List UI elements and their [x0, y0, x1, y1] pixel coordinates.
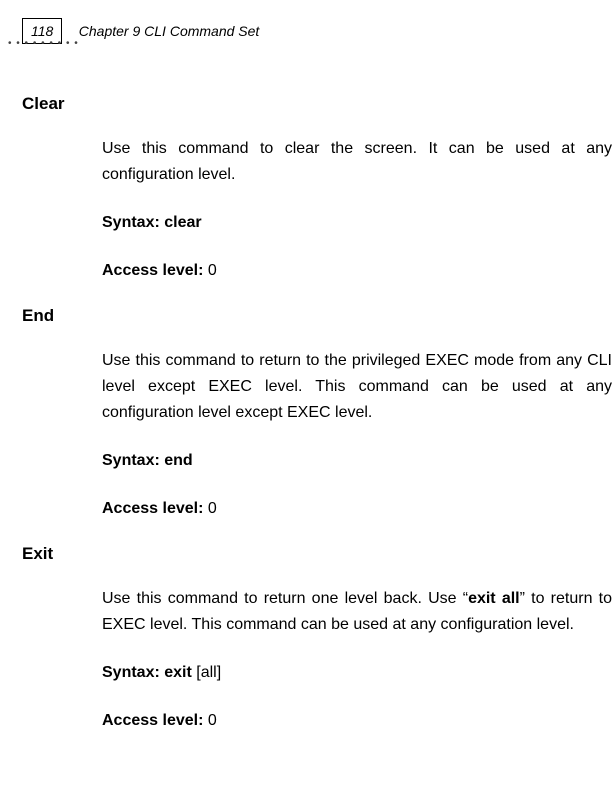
exit-syntax: Syntax: exit [all]: [102, 660, 612, 686]
page: 118 Chapter 9 CLI Command Set • • • • • …: [0, 0, 612, 802]
exit-access-value: 0: [208, 712, 217, 729]
end-access: Access level: 0: [102, 496, 612, 522]
exit-desc-bold: exit all: [468, 590, 520, 607]
section-body-exit: Use this command to return one level bac…: [102, 586, 612, 734]
clear-syntax-label: Syntax:: [102, 214, 160, 231]
end-syntax: Syntax: end: [102, 448, 612, 474]
clear-access-label: Access level:: [102, 262, 203, 279]
end-access-label: Access level:: [102, 500, 203, 517]
chapter-title: Chapter 9 CLI Command Set: [79, 18, 260, 39]
end-syntax-value: end: [164, 452, 192, 469]
end-access-value: 0: [208, 500, 217, 517]
exit-desc-pre: Use this command to return one level bac…: [102, 590, 468, 607]
header-decoration: • • • • • • • • •: [8, 38, 79, 49]
end-description: Use this command to return to the privil…: [102, 348, 612, 426]
clear-description: Use this command to clear the screen. It…: [102, 136, 612, 188]
end-syntax-label: Syntax:: [102, 452, 160, 469]
page-header: 118 Chapter 9 CLI Command Set: [22, 18, 612, 58]
exit-access-label: Access level:: [102, 712, 203, 729]
exit-syntax-value-bold: exit: [164, 664, 192, 681]
exit-syntax-value-param: [all]: [192, 664, 221, 681]
exit-syntax-label: Syntax:: [102, 664, 160, 681]
section-heading-clear: Clear: [22, 94, 612, 114]
clear-access-value: 0: [208, 262, 217, 279]
section-body-end: Use this command to return to the privil…: [102, 348, 612, 522]
clear-syntax-value: clear: [164, 214, 201, 231]
content-area: Clear Use this command to clear the scre…: [22, 78, 612, 802]
section-heading-exit: Exit: [22, 544, 612, 564]
exit-access: Access level: 0: [102, 708, 612, 734]
section-body-clear: Use this command to clear the screen. It…: [102, 136, 612, 284]
clear-syntax: Syntax: clear: [102, 210, 612, 236]
exit-description: Use this command to return one level bac…: [102, 586, 612, 638]
clear-access: Access level: 0: [102, 258, 612, 284]
section-heading-end: End: [22, 306, 612, 326]
